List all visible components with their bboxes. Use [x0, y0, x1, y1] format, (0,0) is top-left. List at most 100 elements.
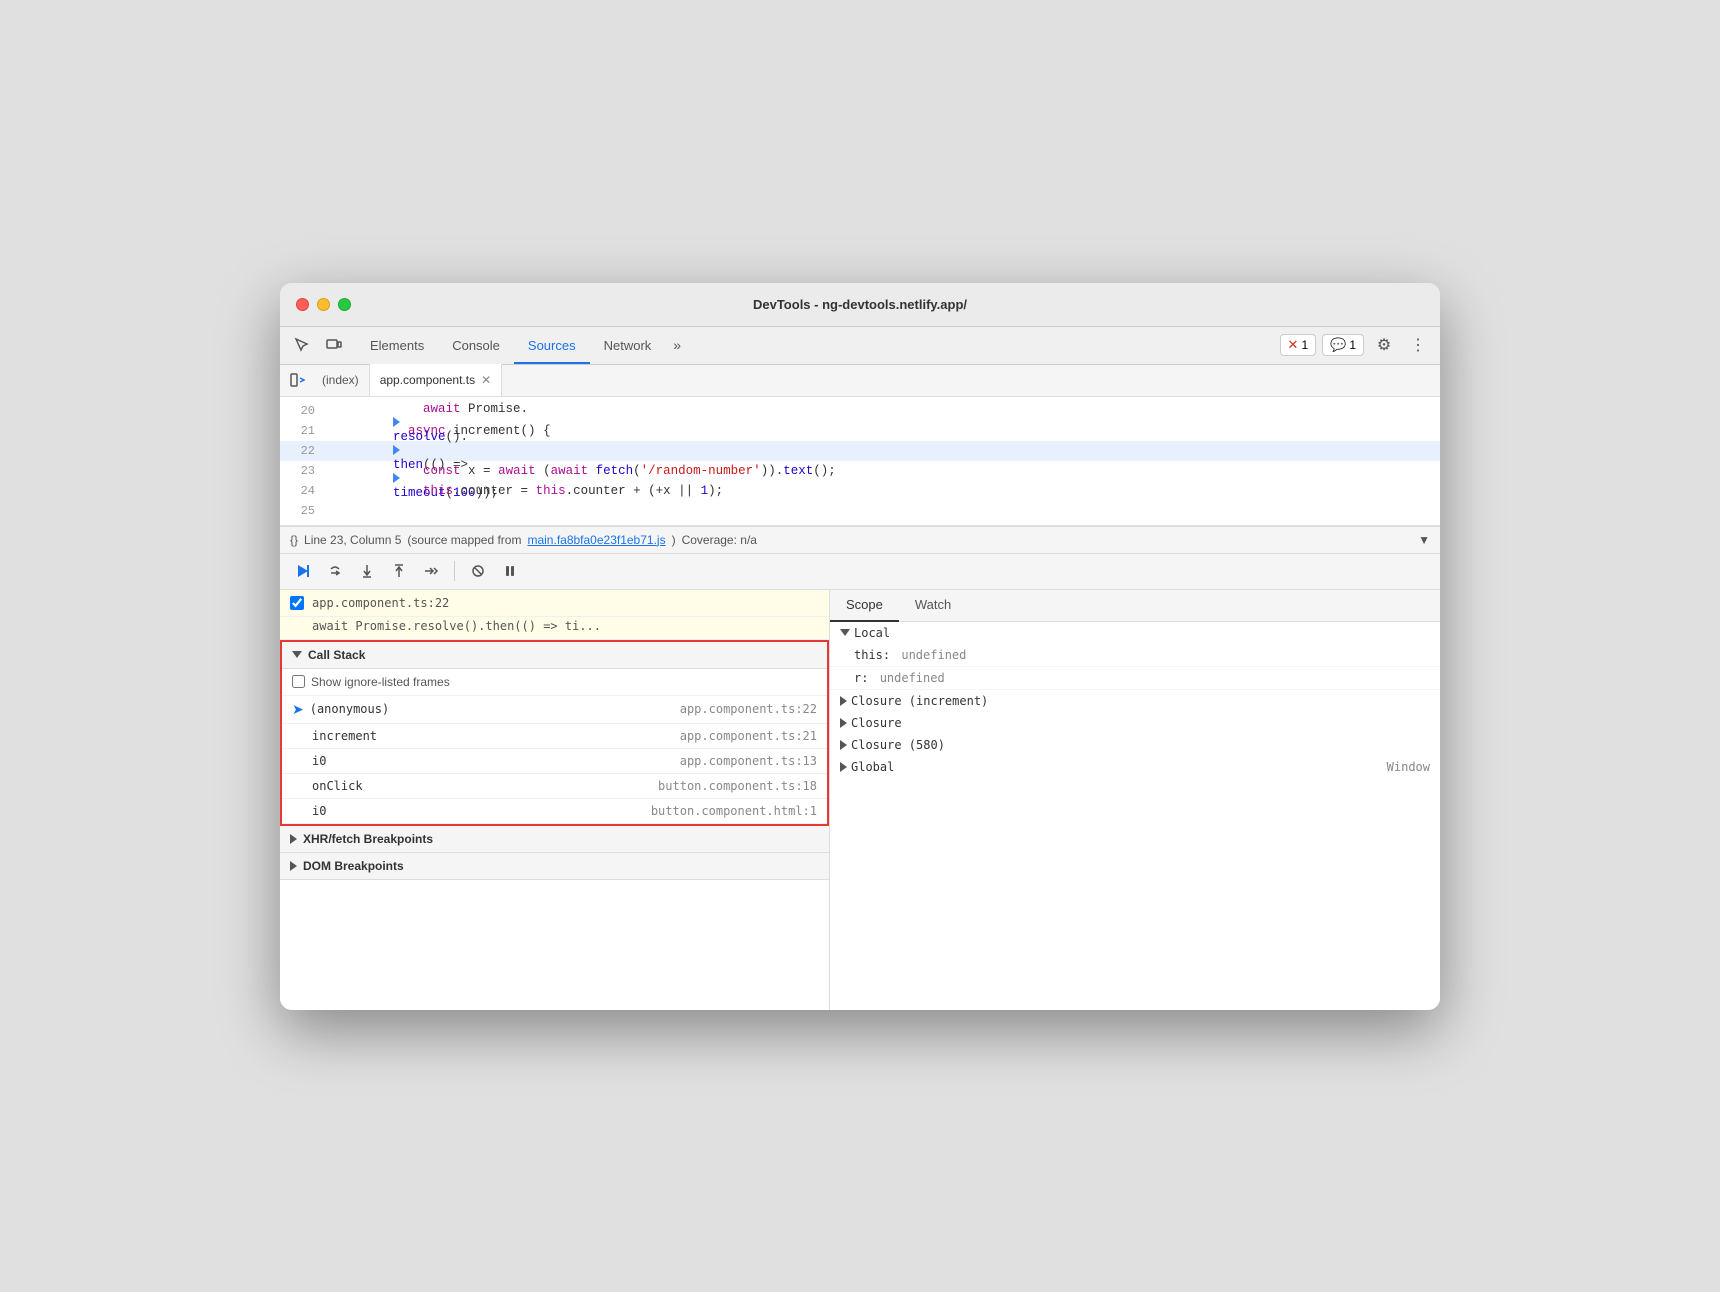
error-icon: ✕	[1288, 337, 1299, 353]
error-badge[interactable]: ✕ 1	[1280, 334, 1317, 356]
cursor-position: Line 23, Column 5	[304, 533, 401, 547]
file-navigator-toggle-icon[interactable]	[284, 366, 312, 394]
file-tab-close-icon[interactable]: ✕	[481, 373, 491, 387]
step-out-button[interactable]	[386, 558, 412, 584]
debugger-area: app.component.ts:22 await Promise.resolv…	[280, 554, 1440, 1010]
scope-key-r: r:	[854, 671, 876, 685]
scope-global-value: Window	[1387, 760, 1430, 774]
stack-frame-4[interactable]: i0 button.component.html:1	[282, 799, 827, 824]
xhr-breakpoints-header[interactable]: XHR/fetch Breakpoints	[280, 826, 829, 853]
file-tab-app-component[interactable]: app.component.ts ✕	[370, 364, 502, 396]
ignore-frames-row: Show ignore-listed frames	[282, 669, 827, 696]
source-map-file-link[interactable]: main.fa8bfa0e23f1eb71.js	[527, 533, 665, 547]
source-map-close: )	[672, 533, 676, 547]
devtools-tabs-bar: Elements Console Sources Network » ✕ 1 💬…	[280, 327, 1440, 365]
breakpoint-checkbox[interactable]	[290, 596, 304, 610]
error-count: 1	[1301, 338, 1308, 352]
dom-breakpoints-expand-icon	[290, 861, 297, 871]
file-tab-app-component-label: app.component.ts	[380, 373, 475, 387]
scope-local-section[interactable]: Local	[830, 622, 1440, 644]
more-tabs-button[interactable]: »	[665, 326, 689, 364]
call-stack-label: Call Stack	[308, 648, 365, 662]
scope-watch-tabs: Scope Watch	[830, 590, 1440, 622]
pause-on-exceptions-button[interactable]	[497, 558, 523, 584]
resume-button[interactable]	[290, 558, 316, 584]
devtools-right-controls: ✕ 1 💬 1 ⚙ ⋮	[1280, 331, 1432, 359]
toolbar-divider	[454, 561, 455, 581]
traffic-lights	[296, 298, 351, 311]
scope-closure-580-section[interactable]: Closure (580)	[830, 734, 1440, 756]
tab-sources[interactable]: Sources	[514, 326, 590, 364]
scope-closure-label: Closure	[851, 716, 902, 730]
stack-frame-loc-2: app.component.ts:13	[680, 754, 817, 768]
scope-local-label: Local	[854, 626, 890, 640]
stack-frame-3[interactable]: onClick button.component.ts:18	[282, 774, 827, 799]
scope-global-section[interactable]: Global Window	[830, 756, 1440, 778]
step-over-button[interactable]	[322, 558, 348, 584]
tab-elements[interactable]: Elements	[356, 326, 438, 364]
debug-toolbar	[280, 554, 1440, 590]
dom-breakpoints-label: DOM Breakpoints	[303, 859, 404, 873]
file-tab-index[interactable]: (index)	[312, 364, 370, 396]
coverage-label: Coverage: n/a	[682, 533, 757, 547]
scope-value-r: undefined	[880, 671, 945, 685]
scope-closure-section[interactable]: Closure	[830, 712, 1440, 734]
expand-icon[interactable]: ▼	[1418, 533, 1430, 547]
format-icon[interactable]: {}	[290, 533, 298, 547]
titlebar: DevTools - ng-devtools.netlify.app/	[280, 283, 1440, 327]
source-map-label: (source mapped from	[407, 533, 521, 547]
step-button[interactable]	[418, 558, 444, 584]
device-toolbar-icon[interactable]	[320, 331, 348, 359]
breakpoint-label: app.component.ts:22	[312, 596, 449, 610]
code-editor: 20 21 async increment() { 22 await Promi…	[280, 397, 1440, 526]
ignore-frames-label: Show ignore-listed frames	[311, 675, 450, 689]
tab-watch[interactable]: Watch	[899, 590, 967, 622]
scope-closure-increment-label: Closure (increment)	[851, 694, 988, 708]
scope-global-label: Global	[851, 760, 1383, 774]
stack-frame-name-2: i0	[292, 754, 680, 768]
dom-breakpoints-header[interactable]: DOM Breakpoints	[280, 853, 829, 880]
step-into-button[interactable]	[354, 558, 380, 584]
lower-panel: app.component.ts:22 await Promise.resolv…	[280, 590, 1440, 1010]
stack-frame-2[interactable]: i0 app.component.ts:13	[282, 749, 827, 774]
scope-closure-increment-expand-icon	[840, 696, 847, 706]
ignore-frames-checkbox[interactable]	[292, 675, 305, 688]
tab-network[interactable]: Network	[590, 326, 666, 364]
breakpoint-item: app.component.ts:22	[280, 590, 829, 617]
stack-frame-loc-3: button.component.ts:18	[658, 779, 817, 793]
scope-closure-580-label: Closure (580)	[851, 738, 945, 752]
stack-frame-loc-4: button.component.html:1	[651, 804, 817, 818]
close-button[interactable]	[296, 298, 309, 311]
stack-frame-name-1: increment	[292, 729, 680, 743]
scope-value-this: undefined	[901, 648, 966, 662]
scope-closure-increment-section[interactable]: Closure (increment)	[830, 690, 1440, 712]
scope-item-r: r: undefined	[830, 667, 1440, 690]
tab-scope[interactable]: Scope	[830, 590, 899, 622]
settings-icon[interactable]: ⚙	[1370, 331, 1398, 359]
devtools-icon-area	[288, 331, 348, 359]
xhr-breakpoints-expand-icon	[290, 834, 297, 844]
scope-closure-expand-icon	[840, 718, 847, 728]
tab-console[interactable]: Console	[438, 326, 514, 364]
deactivate-breakpoints-button[interactable]	[465, 558, 491, 584]
devtools-window: DevTools - ng-devtools.netlify.app/ Elem…	[280, 283, 1440, 1010]
scope-key-this: this:	[854, 648, 897, 662]
stack-frame-0[interactable]: ➤ (anonymous) app.component.ts:22	[282, 696, 827, 724]
call-stack-expand-icon	[292, 651, 302, 658]
info-badge[interactable]: 💬 1	[1322, 334, 1364, 356]
maximize-button[interactable]	[338, 298, 351, 311]
file-tab-index-label: (index)	[322, 373, 359, 387]
stack-frame-name-3: onClick	[292, 779, 658, 793]
inspect-icon[interactable]	[288, 331, 316, 359]
right-panel: Scope Watch Local this: undefined r:	[830, 590, 1440, 1010]
more-options-icon[interactable]: ⋮	[1404, 331, 1432, 359]
window-title: DevTools - ng-devtools.netlify.app/	[753, 297, 967, 312]
stack-frame-1[interactable]: increment app.component.ts:21	[282, 724, 827, 749]
call-stack-header[interactable]: Call Stack	[282, 642, 827, 669]
scope-item-this: this: undefined	[830, 644, 1440, 667]
file-tabs-bar: (index) app.component.ts ✕	[280, 365, 1440, 397]
current-frame-arrow-icon: ➤	[292, 701, 304, 718]
minimize-button[interactable]	[317, 298, 330, 311]
status-bar: {} Line 23, Column 5 (source mapped from…	[280, 526, 1440, 554]
code-line-24: 24 this.counter = this.counter + (+x || …	[280, 481, 1440, 501]
